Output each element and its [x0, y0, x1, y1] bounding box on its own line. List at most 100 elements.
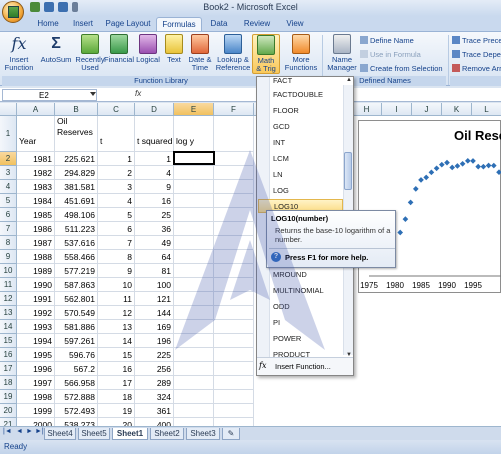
cell-log-y[interactable] — [174, 236, 214, 250]
column-header[interactable]: A — [17, 103, 55, 116]
cell-oil-reserves[interactable]: 562.801 — [55, 292, 98, 306]
cell-t[interactable]: 11 — [98, 292, 135, 306]
cell-log-y[interactable] — [174, 362, 214, 376]
row-header[interactable]: 5 — [0, 194, 17, 208]
cell-t-squared[interactable]: 169 — [135, 320, 174, 334]
row-header[interactable]: 12 — [0, 292, 17, 306]
menu-item-int[interactable]: INT — [273, 136, 285, 150]
cell[interactable] — [214, 292, 254, 306]
cell-log-y[interactable] — [174, 222, 214, 236]
cell-t-squared[interactable]: 256 — [135, 362, 174, 376]
name-manager-button[interactable]: Name Manager — [326, 34, 358, 72]
column-header[interactable]: D — [135, 103, 174, 116]
cell-t-squared[interactable]: 36 — [135, 222, 174, 236]
cell-t[interactable]: 14 — [98, 334, 135, 348]
row-header[interactable]: 1 — [0, 116, 17, 152]
row-header[interactable]: 14 — [0, 320, 17, 334]
menu-item-multinomial[interactable]: MULTINOMIAL — [273, 284, 324, 298]
menu-item-power[interactable]: POWER — [273, 332, 301, 346]
cell[interactable] — [214, 222, 254, 236]
cell-oil-reserves[interactable]: 567.2 — [55, 362, 98, 376]
cell-t[interactable]: 16 — [98, 362, 135, 376]
cell-year[interactable]: 1999 — [17, 404, 55, 418]
cell-t[interactable]: 17 — [98, 376, 135, 390]
cell-year[interactable]: 1989 — [17, 264, 55, 278]
menu-insert-function[interactable]: Insert Function... — [275, 362, 331, 371]
cell-t-squared[interactable]: 9 — [135, 180, 174, 194]
cell-oil-reserves[interactable]: 498.106 — [55, 208, 98, 222]
cell-oil-reserves[interactable]: 566.958 — [55, 376, 98, 390]
cell-t-squared[interactable]: 16 — [135, 194, 174, 208]
row-header[interactable]: 3 — [0, 166, 17, 180]
header-t-squared[interactable]: t squared — [135, 116, 174, 152]
cell-log-y[interactable] — [174, 264, 214, 278]
cell-oil-reserves[interactable]: 225.621 — [55, 152, 98, 166]
header-oil-reserves[interactable]: Oil Reserves — [55, 116, 98, 152]
row-header[interactable]: 7 — [0, 222, 17, 236]
cell-log-y[interactable] — [174, 404, 214, 418]
cell-log-y[interactable] — [174, 180, 214, 194]
cell[interactable] — [214, 116, 254, 152]
sheet-tab-sheet3[interactable]: Sheet3 — [186, 428, 220, 440]
logical-button[interactable]: Logical — [134, 34, 162, 64]
cell[interactable] — [214, 376, 254, 390]
cell-oil-reserves[interactable]: 596.76 — [55, 348, 98, 362]
tab-page-layout[interactable]: Page Layout — [100, 17, 156, 31]
tab-data[interactable]: Data — [202, 17, 236, 31]
column-header-selected[interactable]: E — [174, 103, 214, 116]
cell-t-squared[interactable]: 121 — [135, 292, 174, 306]
cell-oil-reserves[interactable]: 558.466 — [55, 250, 98, 264]
cell[interactable] — [214, 250, 254, 264]
cell-year[interactable]: 1984 — [17, 194, 55, 208]
cell-oil-reserves[interactable]: 572.493 — [55, 404, 98, 418]
column-header[interactable]: I — [382, 103, 412, 116]
cell-t-squared[interactable]: 100 — [135, 278, 174, 292]
tab-view[interactable]: View — [278, 17, 312, 31]
cell-oil-reserves[interactable]: 570.549 — [55, 306, 98, 320]
cell-t-squared[interactable]: 144 — [135, 306, 174, 320]
cell-year[interactable]: 1986 — [17, 222, 55, 236]
autosum-button[interactable]: Σ AutoSum — [38, 34, 74, 64]
cell-t[interactable]: 4 — [98, 194, 135, 208]
cell-t[interactable]: 2 — [98, 166, 135, 180]
cell[interactable] — [214, 180, 254, 194]
cell[interactable] — [214, 152, 254, 166]
cell-oil-reserves[interactable]: 597.261 — [55, 334, 98, 348]
cell-log-y[interactable] — [174, 334, 214, 348]
menu-item-gcd[interactable]: GCD — [273, 120, 290, 134]
cell-oil-reserves[interactable]: 577.219 — [55, 264, 98, 278]
sheet-tab-sheet4[interactable]: Sheet4 — [44, 428, 76, 440]
cell[interactable] — [214, 334, 254, 348]
cell-t-squared[interactable]: 25 — [135, 208, 174, 222]
more-functions-button[interactable]: More Functions — [282, 34, 320, 72]
row-header[interactable]: 20 — [0, 404, 17, 418]
chevron-down-icon[interactable] — [90, 92, 96, 96]
sheet-tab-sheet2[interactable]: Sheet2 — [150, 428, 184, 440]
menu-item-floor[interactable]: FLOOR — [273, 104, 299, 118]
insert-function-button[interactable]: fx Insert Function — [2, 34, 36, 72]
menu-item-pi[interactable]: PI — [273, 316, 280, 330]
row-header[interactable]: 9 — [0, 250, 17, 264]
cell-t-squared[interactable]: 196 — [135, 334, 174, 348]
cell[interactable] — [214, 306, 254, 320]
cell-t[interactable]: 19 — [98, 404, 135, 418]
cell-oil-reserves[interactable]: 587.863 — [55, 278, 98, 292]
row-header[interactable]: 13 — [0, 306, 17, 320]
menu-item-ln[interactable]: LN — [273, 168, 283, 182]
cell-t[interactable]: 6 — [98, 222, 135, 236]
cell[interactable] — [214, 362, 254, 376]
row-header[interactable]: 4 — [0, 180, 17, 194]
header-log-y[interactable]: log y — [174, 116, 214, 152]
row-header[interactable]: 10 — [0, 264, 17, 278]
column-header[interactable]: L — [472, 103, 501, 116]
cell-t-squared[interactable]: 289 — [135, 376, 174, 390]
cell-t[interactable]: 9 — [98, 264, 135, 278]
cell-oil-reserves[interactable]: 451.691 — [55, 194, 98, 208]
cell-oil-reserves[interactable]: 511.223 — [55, 222, 98, 236]
row-header[interactable]: 16 — [0, 348, 17, 362]
cell-log-y[interactable] — [174, 194, 214, 208]
cell[interactable] — [214, 418, 254, 426]
cell[interactable] — [214, 264, 254, 278]
row-header[interactable]: 15 — [0, 334, 17, 348]
define-name-button[interactable]: Define Name — [360, 36, 414, 45]
